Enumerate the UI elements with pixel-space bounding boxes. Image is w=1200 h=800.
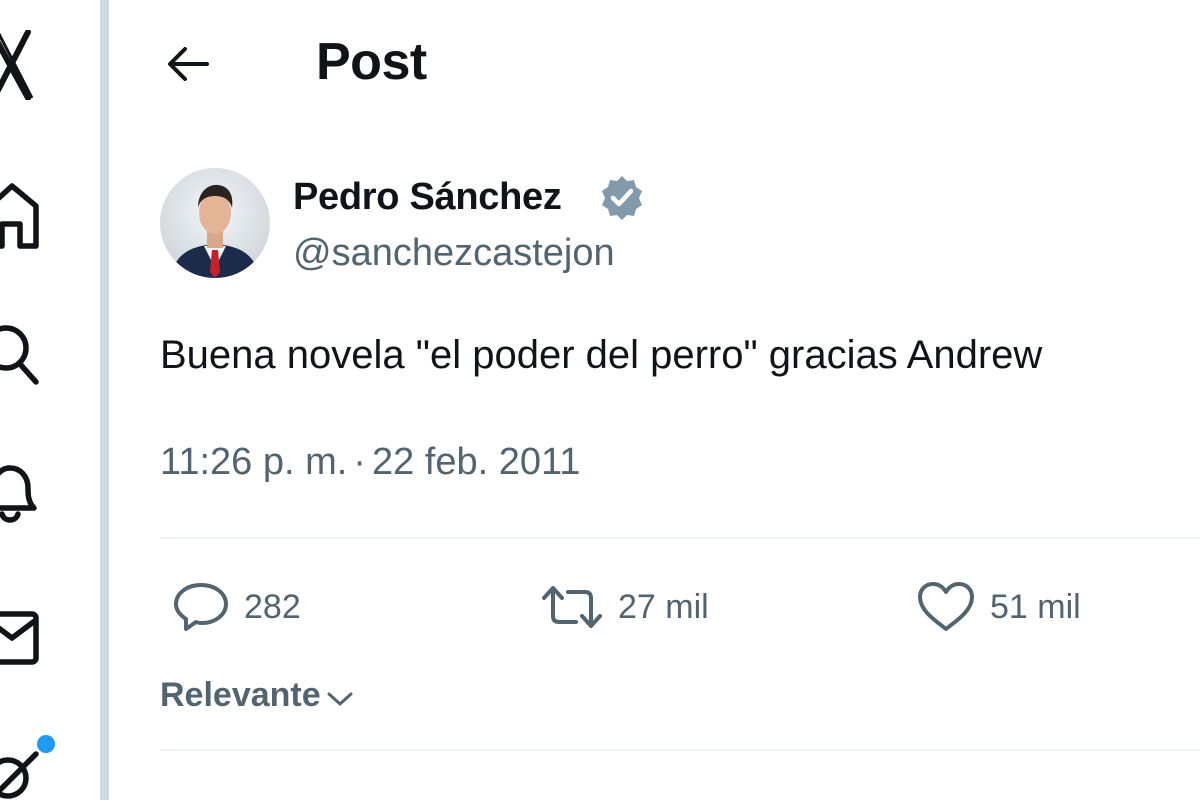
replies-sort-dropdown[interactable]: Relevante — [160, 668, 355, 722]
repost-count: 27 mil — [618, 587, 709, 626]
reply-icon — [174, 583, 228, 631]
bell-icon[interactable] — [0, 462, 40, 532]
post-time: 11:26 p. m. — [160, 441, 348, 483]
sort-label: Relevante — [160, 675, 321, 714]
avatar[interactable] — [160, 168, 270, 278]
repost-button[interactable]: 27 mil — [540, 578, 709, 636]
x-logo-icon[interactable] — [0, 30, 46, 100]
heart-icon — [918, 582, 974, 631]
reply-button[interactable]: 282 — [172, 578, 301, 636]
sidebar-divider — [100, 0, 109, 800]
sidebar-nav — [0, 0, 100, 800]
author-handle[interactable]: @sanchezcastejon — [293, 228, 615, 278]
arrow-left-icon — [168, 47, 209, 81]
like-button[interactable]: 51 mil — [916, 578, 1081, 636]
divider — [160, 537, 1200, 539]
repost-icon — [542, 586, 602, 628]
mail-icon[interactable] — [0, 608, 42, 666]
post-timestamp[interactable]: 11:26 p. m. · 22 feb. 2011 — [160, 436, 580, 488]
like-count: 51 mil — [990, 587, 1081, 626]
post-date: 22 feb. 2011 — [371, 441, 581, 483]
home-icon[interactable] — [0, 182, 42, 252]
avatar-photo — [160, 168, 270, 278]
reply-count: 282 — [244, 587, 301, 626]
author-name[interactable]: Pedro Sánchez — [293, 172, 562, 222]
meta-separator: · — [353, 441, 366, 483]
compose-icon[interactable] — [0, 734, 60, 800]
verified-badge-icon — [602, 176, 642, 220]
divider — [160, 749, 1200, 751]
chevron-down-icon — [327, 692, 353, 706]
search-icon[interactable] — [0, 322, 42, 388]
post-text: Buena novela "el poder del perro" gracia… — [160, 333, 1043, 377]
post-page: Post Pedro Sánchez @sanchezcastejon Buen… — [0, 0, 1200, 800]
back-button[interactable] — [158, 34, 218, 94]
page-title: Post — [316, 33, 427, 91]
